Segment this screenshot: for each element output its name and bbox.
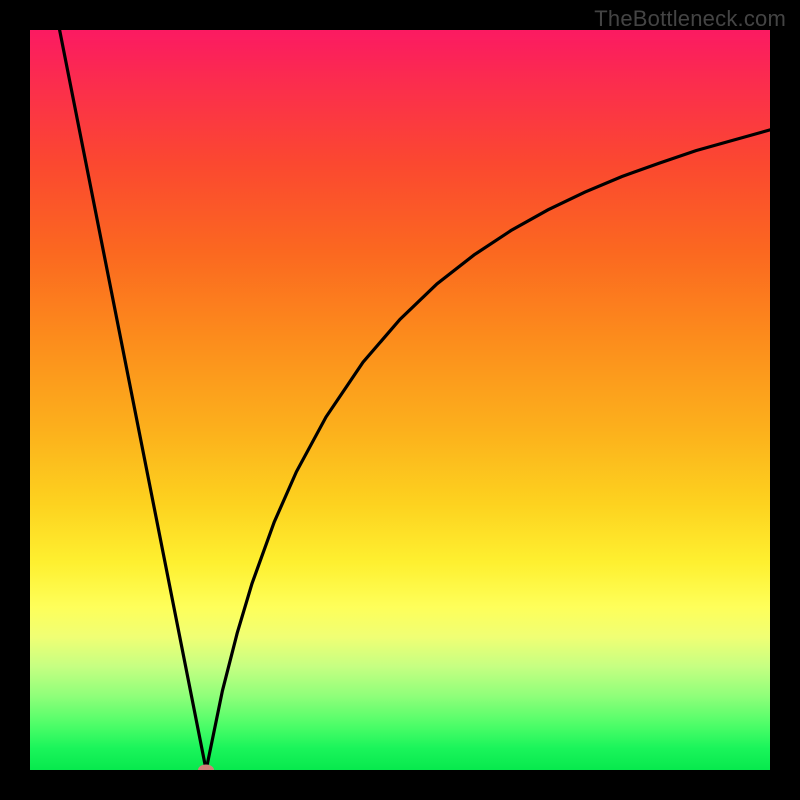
curve-right-branch [206, 130, 770, 770]
curve-layer [30, 30, 770, 770]
minimum-marker [198, 765, 214, 771]
plot-area [30, 30, 770, 770]
chart-root: TheBottleneck.com [0, 0, 800, 800]
curve-left-branch [60, 30, 207, 770]
watermark-label: TheBottleneck.com [594, 6, 786, 32]
